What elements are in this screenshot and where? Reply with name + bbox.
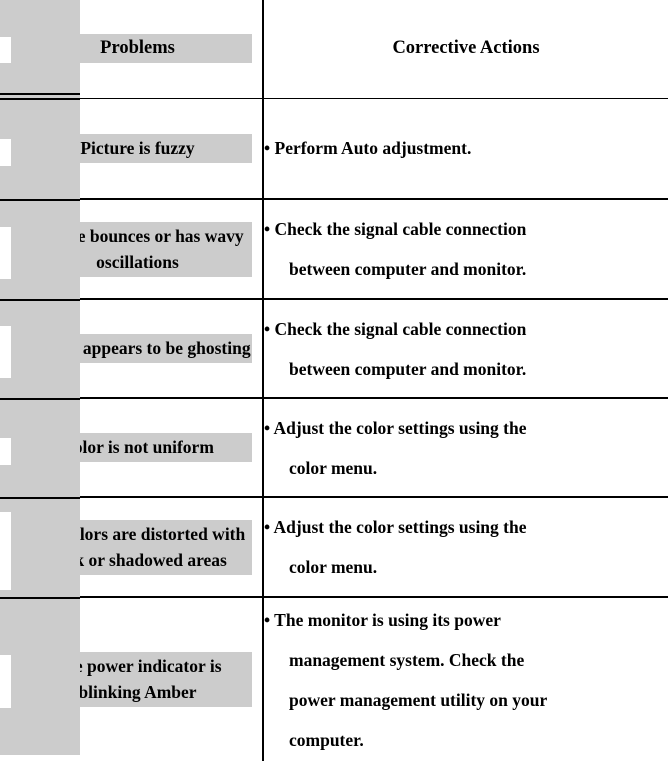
action-text: • Check the signal cable connection betw… bbox=[264, 309, 668, 389]
action-text: • Adjust the color settings using the co… bbox=[264, 408, 668, 488]
action-text: • Perform Auto adjustment. bbox=[264, 128, 668, 168]
action-line: between computer and monitor. bbox=[289, 358, 527, 379]
action-line: • Check the signal cable connection bbox=[264, 318, 527, 339]
problem-cell: The colors are distorted with dark or sh… bbox=[0, 497, 263, 598]
action-line: • Check the signal cable connection bbox=[264, 219, 527, 239]
action-line: • Adjust the color settings using the bbox=[264, 517, 527, 537]
problem-text: The colors are distorted with dark or sh… bbox=[23, 519, 252, 575]
problem-text: Picture is fuzzy bbox=[23, 133, 252, 163]
table-row: Picture is fuzzy • Perform Auto adjustme… bbox=[0, 98, 668, 200]
table-row: The colors are distorted with dark or sh… bbox=[0, 497, 668, 598]
action-text: • Adjust the color settings using the co… bbox=[264, 507, 668, 587]
action-line: color menu. bbox=[289, 557, 378, 577]
action-text: • The monitor is using its power managem… bbox=[264, 600, 668, 760]
table-row: The power indicator is blinking Amber • … bbox=[0, 597, 668, 761]
action-text: • Check the signal cable connection betw… bbox=[264, 209, 668, 289]
action-line: between computer and monitor. bbox=[289, 259, 527, 279]
table-header-row: Problems Corrective Actions bbox=[0, 0, 668, 99]
problem-text: The power indicator is blinking Amber bbox=[23, 652, 252, 707]
column-header-actions: Corrective Actions bbox=[392, 38, 540, 59]
header-cell-problems: Problems bbox=[0, 0, 263, 99]
troubleshooting-table: Problems Corrective Actions Picture is f… bbox=[0, 0, 668, 761]
problem-text: Color is not uniform bbox=[23, 433, 252, 462]
action-cell: • Adjust the color settings using the co… bbox=[262, 398, 668, 498]
problem-cell: Color is not uniform bbox=[0, 398, 263, 498]
action-line: • Perform Auto adjustment. bbox=[264, 138, 472, 159]
problem-cell: Picture bounces or has wavy oscillations bbox=[0, 199, 263, 300]
action-line: power management utility on your bbox=[289, 689, 548, 710]
problem-text: Picture appears to be ghosting bbox=[23, 334, 252, 363]
action-line: management system. Check the bbox=[289, 649, 525, 670]
action-line: • Adjust the color settings using the bbox=[264, 417, 527, 438]
problem-text: Picture bounces or has wavy oscillations bbox=[23, 221, 252, 277]
action-line: computer. bbox=[289, 729, 364, 750]
action-cell: • Adjust the color settings using the co… bbox=[262, 497, 668, 598]
table-row: Picture bounces or has wavy oscillations… bbox=[0, 199, 668, 300]
action-cell: • The monitor is using its power managem… bbox=[262, 597, 668, 761]
action-cell: • Check the signal cable connection betw… bbox=[262, 299, 668, 399]
table-row: Color is not uniform • Adjust the color … bbox=[0, 398, 668, 498]
problem-cell: Picture appears to be ghosting bbox=[0, 299, 263, 399]
action-line: • The monitor is using its power bbox=[264, 609, 501, 630]
action-cell: • Perform Auto adjustment. bbox=[262, 98, 668, 200]
header-cell-actions: Corrective Actions bbox=[262, 0, 668, 99]
problem-cell: The power indicator is blinking Amber bbox=[0, 597, 263, 761]
table-row: Picture appears to be ghosting • Check t… bbox=[0, 299, 668, 399]
problem-cell: Picture is fuzzy bbox=[0, 98, 263, 200]
action-line: color menu. bbox=[289, 457, 378, 478]
column-header-problems: Problems bbox=[23, 34, 252, 64]
action-cell: • Check the signal cable connection betw… bbox=[262, 199, 668, 300]
